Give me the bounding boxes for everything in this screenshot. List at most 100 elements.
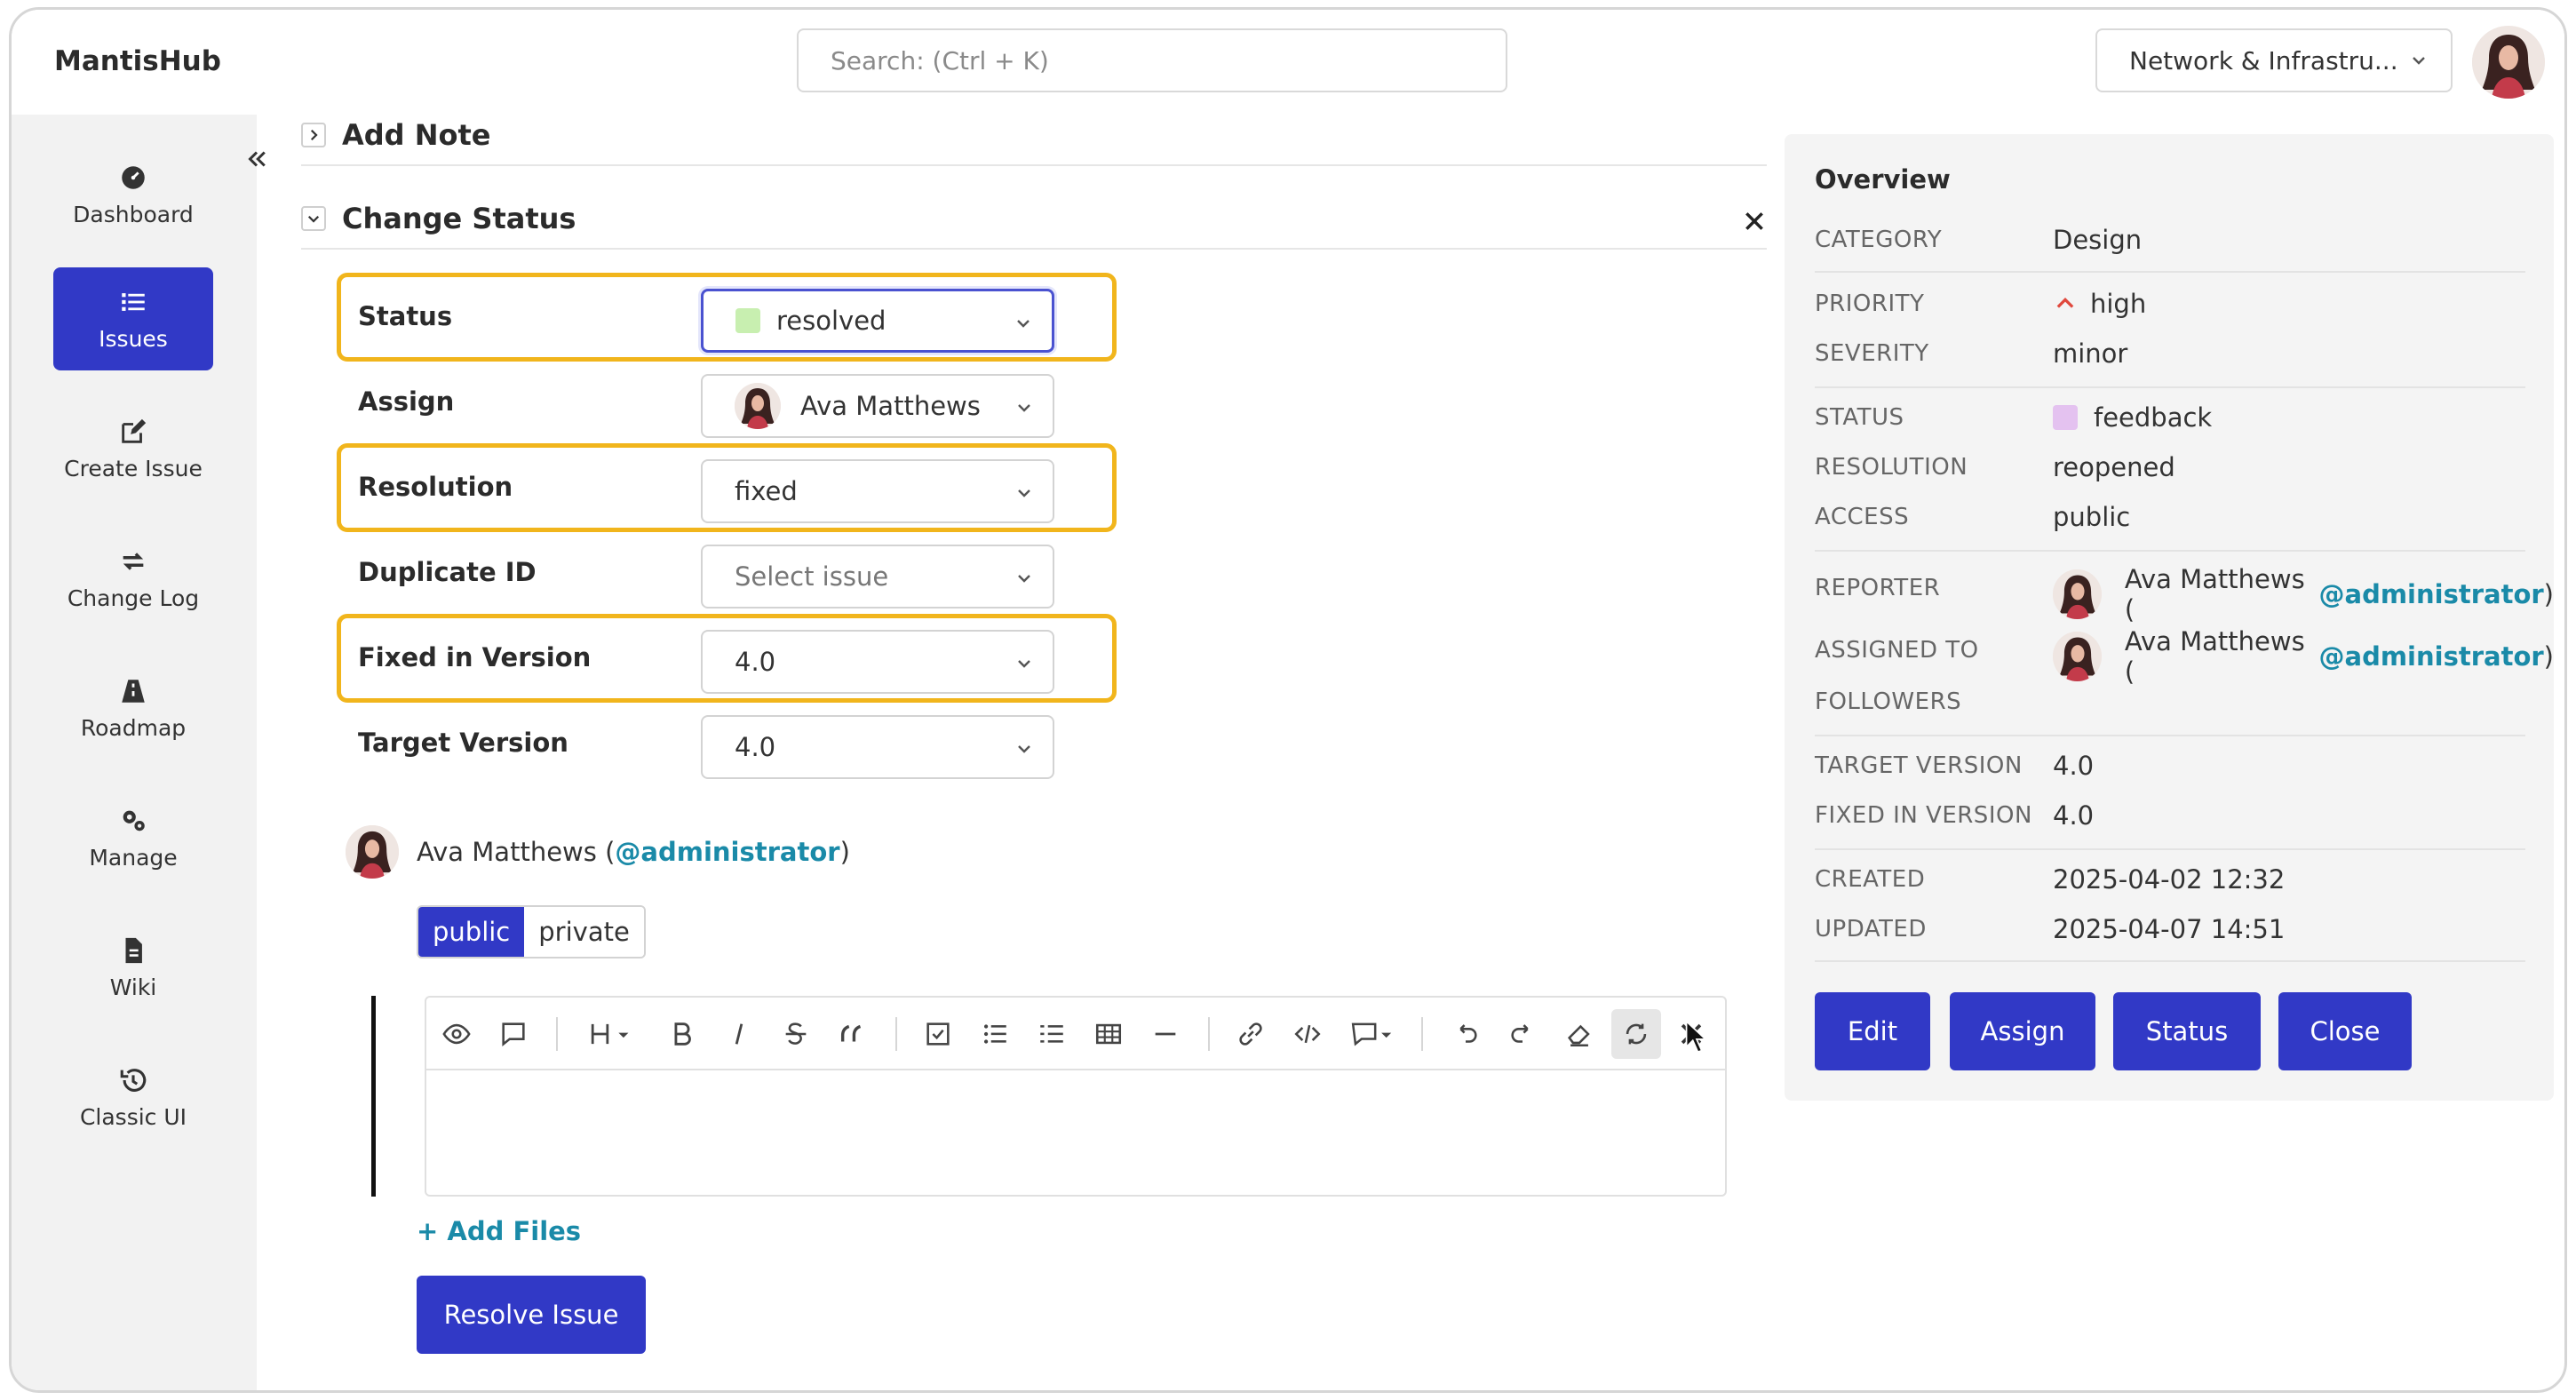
resolve-issue-button[interactable]: Resolve Issue [417,1276,646,1354]
sidebar-item-label: Classic UI [79,1103,187,1130]
private-button[interactable]: private [524,907,644,957]
status-value: feedback [2094,402,2213,433]
sidebar-item-change-log[interactable]: Change Log [53,527,213,630]
italic-icon[interactable] [721,1016,757,1052]
resolution-key: RESOLUTION [1815,454,1968,481]
add-files-link[interactable]: + Add Files [417,1216,581,1246]
editor-textarea[interactable] [426,1070,1725,1195]
sidebar-item-issues[interactable]: Issues [53,267,213,370]
numbered-list-icon[interactable] [1034,1016,1069,1052]
close-section-button[interactable] [1737,203,1772,239]
sidebar-item-label: Change Log [67,585,200,611]
quote-icon[interactable] [835,1016,871,1052]
link-icon[interactable] [1233,1016,1268,1052]
dashboard-icon [122,165,145,189]
sync-icon[interactable] [1611,1009,1661,1059]
duplicate-select[interactable]: Select issue [701,545,1054,609]
sidebar-item-dashboard[interactable]: Dashboard [53,143,213,246]
divider [1815,386,2525,388]
assign-select[interactable]: Ava Matthews [701,374,1054,438]
preview-icon[interactable] [439,1016,474,1052]
callout-icon[interactable] [1347,1016,1396,1052]
table-icon[interactable] [1091,1016,1126,1052]
author-handle-link[interactable]: @administrator [615,837,839,867]
sidebar-item-label: Create Issue [64,455,203,481]
toolbar-separator [1208,1017,1210,1051]
eraser-icon[interactable] [1562,1016,1597,1052]
edit-button[interactable]: Edit [1815,992,1930,1070]
changelog-icon [123,552,144,570]
fixed-version-select[interactable]: 4.0 [701,630,1054,694]
code-icon[interactable] [1290,1016,1325,1052]
created-key: CREATED [1815,866,1926,893]
checkbox-icon[interactable] [920,1016,956,1052]
access-value: public [2053,502,2131,532]
bullet-list-icon[interactable] [977,1016,1013,1052]
target-version-row: Target Version 4.0 [337,699,1117,788]
comment-icon[interactable] [496,1016,531,1052]
search-input[interactable]: Search: (Ctrl + K) [797,28,1507,92]
editor-toolbar [426,998,1725,1070]
divider [301,248,1767,250]
target-version-select[interactable]: 4.0 [701,715,1054,779]
fixed-version-key: FIXED IN VERSION [1815,802,2032,829]
sidebar-item-classic-ui[interactable]: Classic UI [53,1046,213,1149]
strikethrough-icon[interactable] [778,1016,814,1052]
user-avatar[interactable] [2472,26,2545,99]
assigned-handle-link[interactable]: @administrator [2319,641,2544,672]
note-author: Ava Matthews (@administrator) [346,825,850,879]
gears-icon [123,810,145,831]
target-version-value: 4.0 [2053,751,2095,781]
close-issue-button[interactable]: Close [2278,992,2412,1070]
divider [1815,960,2525,962]
chevron-down-icon [2413,57,2425,65]
edit-icon [122,418,147,443]
duplicate-placeholder: Select issue [735,561,889,592]
sidebar-item-manage[interactable]: Manage [53,786,213,889]
horizontal-rule-icon[interactable] [1148,1016,1183,1052]
project-selector[interactable]: Network & Infrastru... [2095,28,2453,92]
heading-icon[interactable] [586,1016,636,1052]
change-status-header[interactable]: Change Status [301,202,576,235]
undo-icon[interactable] [1448,1016,1483,1052]
created-value: 2025-04-02 12:32 [2053,864,2286,895]
add-note-header[interactable]: Add Note [301,118,490,152]
close-icon [1745,212,1763,230]
overview-title: Overview [1815,164,1951,195]
chevron-down-icon [1017,320,1030,328]
sidebar-item-label: Wiki [109,974,157,1000]
priority-field: high [2053,289,2146,319]
assign-label: Assign [358,386,455,417]
status-button[interactable]: Status [2113,992,2261,1070]
status-key: STATUS [1815,404,1904,431]
assigned-name: Ava Matthews ( [2124,626,2305,687]
duplicate-row: Duplicate ID Select issue [337,529,1117,617]
bold-icon[interactable] [664,1016,700,1052]
reporter-key: REPORTER [1815,575,1941,601]
reporter-handle-link[interactable]: @administrator [2319,579,2544,609]
note-editor [425,996,1727,1197]
sidebar-item-roadmap[interactable]: Roadmap [53,656,213,760]
resolution-value: reopened [2053,452,2175,482]
resolution-select[interactable]: fixed [701,459,1054,523]
sidebar-item-label: Manage [89,844,178,871]
sidebar-item-wiki[interactable]: Wiki [53,916,213,1019]
road-icon [122,679,145,703]
target-version-label: Target Version [358,728,568,758]
list-icon [122,292,145,311]
category-key: CATEGORY [1815,227,1943,253]
visibility-toggle: public private [417,905,646,959]
change-status-title: Change Status [342,202,576,235]
file-icon [125,937,142,963]
status-label: Status [358,301,453,331]
chevron-down-icon [1018,404,1030,412]
sidebar-item-create-issue[interactable]: Create Issue [53,397,213,500]
priority-key: PRIORITY [1815,290,1925,317]
status-select[interactable]: resolved [701,289,1054,353]
assign-button[interactable]: Assign [1950,992,2095,1070]
brand-logo[interactable]: MantisHub [54,45,221,77]
chevron-down-icon [301,206,326,231]
redo-icon[interactable] [1505,1016,1540,1052]
assigned-close: ) [2543,641,2554,672]
public-button[interactable]: public [418,907,525,957]
